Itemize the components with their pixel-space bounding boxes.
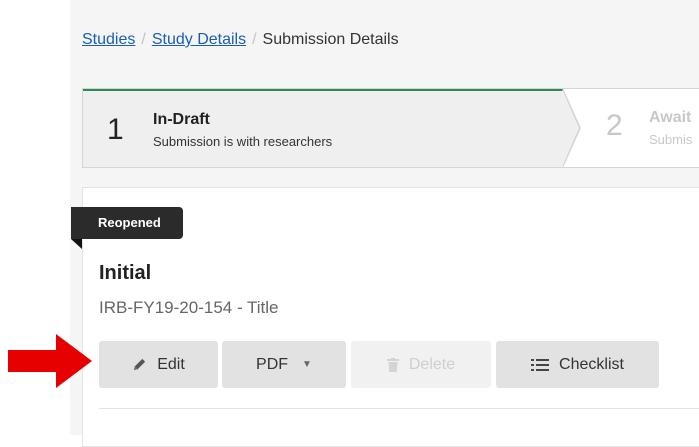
- red-arrow-icon: [8, 334, 92, 388]
- submission-title: Initial: [99, 262, 152, 284]
- step-number: 2: [606, 109, 623, 142]
- pdf-dropdown-button[interactable]: PDF ▼: [222, 341, 346, 388]
- delete-label: Delete: [408, 355, 456, 373]
- step-divider-arrow-fill: [562, 89, 579, 167]
- step-title: In-Draft: [153, 111, 210, 128]
- step-subtitle: Submission is with researchers: [153, 134, 333, 149]
- divider: [99, 408, 699, 409]
- badge-fold: [71, 239, 82, 249]
- edit-label: Edit: [157, 355, 185, 373]
- chevron-down-icon: ▼: [302, 359, 312, 370]
- pdf-label: PDF: [256, 355, 289, 373]
- status-badge: Reopened: [71, 207, 183, 239]
- breadcrumb-separator: /: [141, 31, 146, 48]
- step-number: 1: [107, 113, 124, 146]
- delete-button[interactable]: Delete: [351, 341, 491, 388]
- breadcrumb: Studies / Study Details / Submission Details: [82, 31, 399, 49]
- edit-button[interactable]: Edit: [99, 341, 218, 388]
- workflow-steps: 1 In-Draft Submission is with researcher…: [82, 88, 699, 168]
- list-icon: [531, 358, 550, 372]
- breadcrumb-current: Submission Details: [262, 31, 399, 48]
- step-title: Await: [649, 109, 692, 126]
- step-subtitle: Submis: [649, 132, 693, 147]
- checklist-label: Checklist: [559, 355, 624, 373]
- breadcrumb-link-studies[interactable]: Studies: [82, 31, 135, 48]
- trash-icon: [386, 357, 399, 372]
- pencil-icon: [132, 357, 147, 372]
- breadcrumb-link-study-details[interactable]: Study Details: [152, 31, 246, 48]
- checklist-button[interactable]: Checklist: [496, 341, 659, 388]
- record-id: IRB-FY19-20-154 - Title: [99, 298, 279, 317]
- step-in-draft: 1 In-Draft Submission is with researcher…: [83, 89, 563, 167]
- breadcrumb-separator: /: [252, 31, 257, 48]
